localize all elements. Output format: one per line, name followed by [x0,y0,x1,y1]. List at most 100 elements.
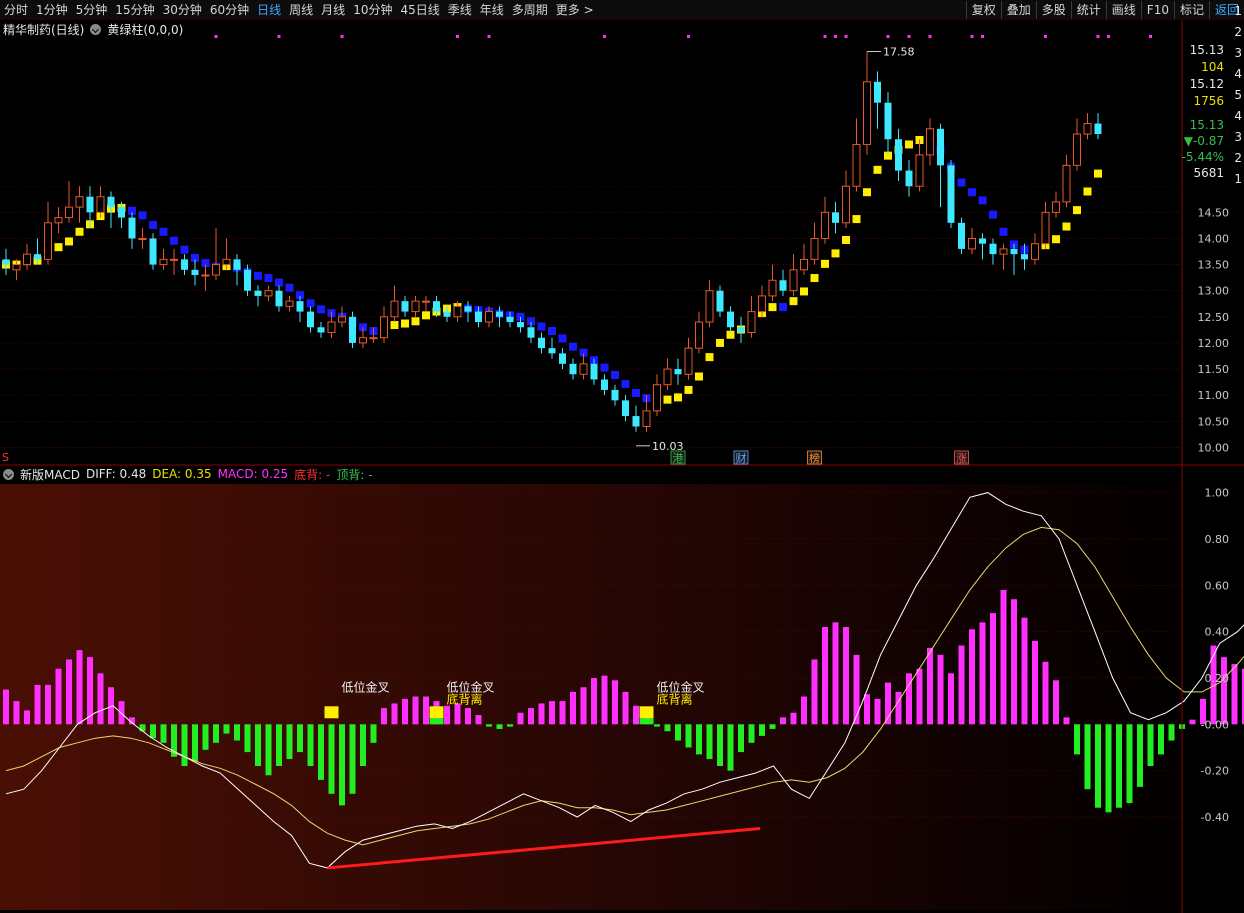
macd-bar [717,724,723,766]
macd-bar [622,691,629,725]
macd-bar [45,684,51,725]
candle-body [443,311,451,317]
candle-body [705,290,714,323]
macd-bar [570,691,576,725]
macd-header: 新版MACD DIFF: 0.48 DEA: 0.35 MACD: 0.25 底… [0,466,1180,482]
trend-block [957,178,966,187]
candle-body [285,300,294,307]
candle-body [1062,164,1071,203]
macd-bar [811,659,818,725]
price-annotations: 17.5810.03 [636,45,915,453]
order-level-index: 3 [1234,130,1242,144]
candle-body [779,280,787,291]
trend-block [999,227,1008,236]
macd-bar [1168,724,1175,741]
macd-bar [412,696,419,725]
candle-body [821,211,829,239]
quote-value: -5.44% [1181,150,1224,164]
order-level-index: 2 [1234,151,1242,165]
macd-bar [769,724,776,729]
quote-value: ▼-0.87 [1183,134,1224,148]
trend-block [821,259,829,268]
macd-bar [297,724,303,753]
candle-body [86,196,94,213]
macd-bar [633,705,639,725]
trend-block [180,245,189,254]
macd-bar [1032,640,1038,725]
macd-bar [580,687,587,725]
candle-body [96,196,105,213]
main-header: 精华制药(日线) 黄绿柱(0,0,0) [0,20,1180,38]
macd-bar [1158,724,1164,755]
candle-body [506,316,514,323]
bottom-divergence-value: 底背: - [294,467,331,482]
divergence-label: 底背离 [657,691,693,706]
candle-body [989,243,997,255]
macd-bar [13,701,20,725]
candle-body [863,81,871,145]
candle-body [359,337,367,344]
candle-body [895,139,902,171]
indicator-menu-icon[interactable] [90,23,102,35]
macd-bar [66,659,72,725]
candle-body [107,196,115,208]
macd-menu-icon[interactable] [3,468,14,480]
macd-bar [349,724,356,794]
macd-bar [1042,661,1049,725]
cross-marker-base [639,718,654,725]
trend-block [632,388,640,397]
candle-body [789,269,798,292]
trend-block [1062,222,1071,231]
candle-body [1052,201,1060,213]
trend-block [852,215,861,224]
macd-bar [286,724,293,760]
trend-block [800,287,808,296]
macd-bar [381,708,387,725]
trend-block [317,305,325,314]
event-marker-label: 财 [736,451,747,465]
candle-body [12,264,21,271]
macd-bar [696,724,702,755]
quote-value: 15.13 [1189,43,1224,57]
macd-bar [843,627,849,725]
cross-marker-base [429,718,444,725]
trend-block [138,211,147,220]
candle-body [244,269,251,291]
quote-value: 104 [1201,60,1224,74]
macd-bar [150,724,156,739]
candle-body [1010,248,1018,255]
macd-bar [969,629,975,725]
candle-body [75,196,84,208]
candle-body [747,311,756,333]
macd-bar [706,724,713,760]
macd-bar [1053,680,1059,725]
candle-body [758,295,766,313]
macd-indicator-name: 新版MACD [20,467,80,482]
trend-block [1052,235,1060,244]
candle-body [958,222,965,249]
macd-bar [990,613,996,725]
trend-block [674,393,682,402]
candle-body [222,258,231,266]
order-level-index: 5 [1234,88,1242,102]
candle-body [338,316,346,323]
trend-block [968,188,976,197]
macd-bar [1063,717,1070,725]
macd-bar [948,673,954,725]
candle-body [65,206,73,219]
candle-body [296,301,304,312]
trend-block [254,271,262,280]
macd-bar [1084,724,1091,790]
trend-block [705,353,714,362]
macd-bar [549,701,555,725]
trend-block [285,283,294,292]
macd-bar [244,724,251,753]
candle-body [254,290,262,296]
macd-bar [34,684,41,725]
macd-bar [486,724,492,727]
quote-value: 15.12 [1189,77,1224,91]
trend-block [863,188,871,197]
macd-bar [1116,724,1122,808]
candle-body [1021,254,1028,260]
candle-body [464,306,472,312]
